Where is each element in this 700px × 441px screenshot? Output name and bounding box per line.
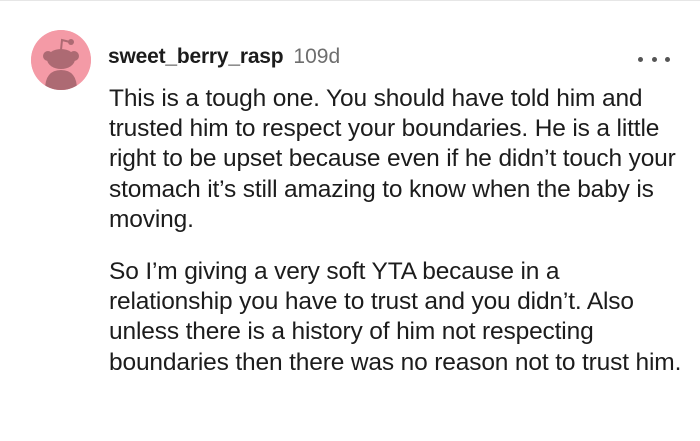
- comment-paragraph: This is a tough one. You should have tol…: [109, 85, 676, 233]
- dot-icon: [651, 56, 657, 62]
- comment-header: sweet_berry_rasp 109d: [108, 45, 340, 69]
- comment-body: This is a tough one. You should have tol…: [109, 84, 689, 378]
- snoo-avatar-icon: [31, 30, 91, 90]
- comment-paragraph: So I’m giving a very soft YTA because in…: [109, 258, 682, 376]
- more-options-icon[interactable]: [638, 53, 670, 65]
- comment-card: sweet_berry_rasp 109d This is a tough on…: [0, 0, 700, 441]
- comment-age: 109d: [293, 45, 341, 68]
- avatar[interactable]: [31, 30, 91, 90]
- dot-icon: [638, 56, 643, 62]
- dot-icon: [665, 56, 670, 62]
- username-link[interactable]: sweet_berry_rasp: [108, 45, 284, 69]
